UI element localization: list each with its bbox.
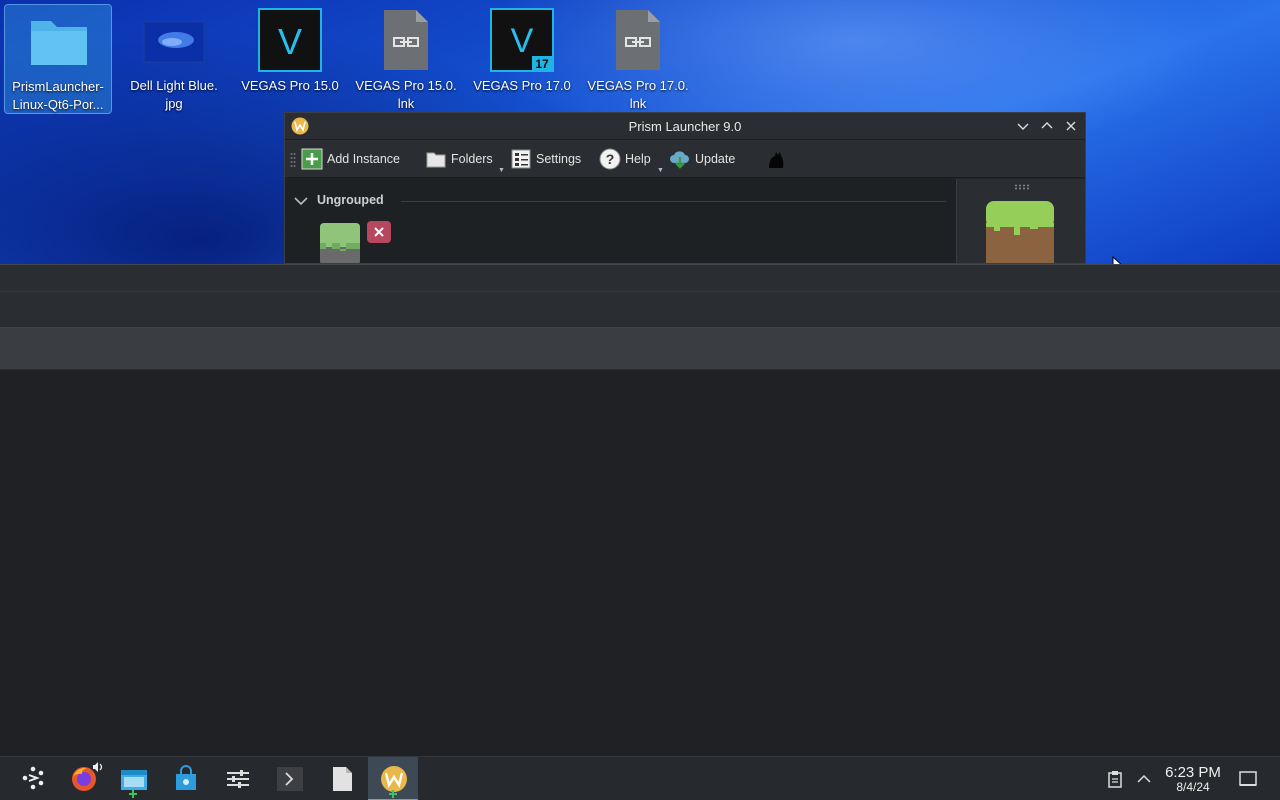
svg-text:V: V — [511, 22, 534, 60]
taskbar-discover[interactable] — [160, 757, 210, 800]
new-instance-indicator-icon — [389, 790, 397, 798]
cat-icon[interactable] — [765, 148, 787, 170]
taskbar-dolphin[interactable] — [108, 757, 158, 800]
vegas17-icon: V 17 — [490, 8, 554, 72]
taskbar-text-editor[interactable] — [316, 757, 366, 800]
desktop-icon-vegas-15[interactable]: V VEGAS Pro 15.0 — [236, 4, 344, 114]
group-header[interactable]: Ungrouped — [317, 193, 384, 207]
desktop-icon-label: Dell Light Blue. jpg — [130, 78, 218, 111]
toolbar-grip-icon[interactable] — [290, 152, 296, 168]
steamos-launcher-icon — [22, 766, 44, 790]
help-icon: ? — [599, 148, 621, 170]
desktop-icon-vegas-17[interactable]: V 17 VEGAS Pro 17.0 — [468, 4, 576, 114]
folders-button[interactable]: Folders — [425, 147, 493, 171]
add-instance-icon — [301, 148, 323, 170]
update-button[interactable]: Update — [669, 147, 735, 171]
taskbar-system-settings[interactable] — [212, 757, 262, 800]
settings-icon — [511, 149, 531, 169]
svg-text:?: ? — [606, 151, 615, 167]
taskbar-konsole[interactable] — [264, 757, 314, 800]
desktop-icon-prismlauncher-folder[interactable]: PrismLauncher- Linux-Qt6-Por... — [4, 4, 112, 114]
settings-button[interactable]: Settings — [510, 147, 581, 171]
taskbar-firefox[interactable] — [58, 757, 108, 800]
desktop-icon-label: VEGAS Pro 17.0 — [473, 78, 571, 93]
help-label: Help — [625, 152, 651, 166]
text-file-icon — [333, 767, 352, 791]
desktop-icon-vegas-17-lnk[interactable]: VEGAS Pro 17.0. lnk — [584, 4, 692, 114]
folder-icon — [31, 21, 87, 65]
file-manager-icon — [121, 770, 147, 790]
taskbar-prism-launcher[interactable] — [368, 757, 418, 800]
clock-time: 6:23 PM — [1165, 764, 1221, 781]
taskbar: 6:23 PM 8/4/24 — [0, 756, 1280, 800]
instance-view[interactable]: Ungrouped — [285, 179, 956, 264]
desktop: PrismLauncher- Linux-Qt6-Por... Dell Lig… — [0, 0, 1280, 264]
chevron-down-icon[interactable] — [293, 195, 309, 207]
settings-label: Settings — [536, 152, 582, 166]
prism-launcher-icon — [381, 766, 407, 792]
group-divider — [401, 201, 946, 202]
minimize-icon[interactable] — [1013, 116, 1033, 136]
error-badge — [367, 221, 391, 243]
close-icon[interactable] — [1061, 116, 1081, 136]
update-icon — [670, 151, 689, 169]
application-launcher[interactable] — [8, 757, 58, 800]
discover-store-icon — [176, 765, 196, 790]
desktop-icon-label: VEGAS Pro 15.0 — [241, 78, 339, 93]
dark-band-lower — [0, 328, 1280, 370]
folder-icon — [426, 152, 446, 168]
system-settings-icon — [227, 770, 249, 788]
window-title: Prism Launcher 9.0 — [628, 119, 742, 134]
help-button[interactable]: ? Help — [599, 147, 651, 171]
image-icon — [143, 21, 205, 63]
help-dropdown-icon[interactable]: ▼ — [657, 167, 664, 174]
terminal-icon — [277, 767, 303, 791]
add-instance-label: Add Instance — [327, 152, 400, 166]
add-instance-button[interactable]: Add Instance — [301, 147, 400, 171]
audio-playing-icon — [93, 762, 103, 772]
svg-text:17: 17 — [535, 57, 549, 71]
minecraft-grass-icon — [986, 201, 1054, 263]
toolbar: Add Instance Folders ▼ Settings ? Help ▼… — [285, 140, 1085, 178]
shortcut-file-icon — [384, 10, 428, 70]
panel-grip-icon[interactable] — [1014, 184, 1032, 190]
new-instance-indicator-icon — [129, 790, 137, 798]
desktop-icon-vegas-15-lnk[interactable]: VEGAS Pro 15.0. lnk — [352, 4, 460, 114]
shortcut-file-icon — [616, 10, 660, 70]
dark-area — [0, 370, 1280, 756]
folders-label: Folders — [451, 152, 493, 166]
minecraft-instance-icon[interactable] — [320, 223, 362, 264]
svg-text:V: V — [278, 21, 302, 62]
update-label: Update — [695, 152, 736, 166]
desktop-icon-label: VEGAS Pro 17.0. lnk — [587, 78, 689, 111]
folders-dropdown-icon[interactable]: ▼ — [498, 167, 505, 174]
prism-launcher-window[interactable]: Prism Launcher 9.0 Add Instance Folders … — [284, 112, 1086, 264]
desktop-icon-dell-light-blue[interactable]: Dell Light Blue. jpg — [120, 4, 228, 114]
instance-side-panel — [956, 179, 1085, 263]
maximize-icon[interactable] — [1037, 116, 1057, 136]
system-tray-expand-icon[interactable] — [1135, 770, 1153, 788]
clock-date: 8/4/24 — [1176, 780, 1210, 794]
error-x-icon — [374, 227, 384, 237]
show-desktop-icon[interactable] — [1238, 769, 1258, 789]
vegas-icon: V — [258, 8, 322, 72]
window-titlebar[interactable]: Prism Launcher 9.0 — [285, 113, 1085, 140]
desktop-icon-label: VEGAS Pro 15.0. lnk — [355, 78, 457, 111]
digital-clock[interactable]: 6:23 PM 8/4/24 — [1158, 764, 1228, 794]
desktop-icon-label: PrismLauncher- Linux-Qt6-Por... — [12, 79, 104, 112]
dark-band-upper — [0, 264, 1280, 328]
mouse-cursor-icon — [1112, 256, 1122, 264]
clipboard-icon[interactable] — [1106, 770, 1124, 788]
